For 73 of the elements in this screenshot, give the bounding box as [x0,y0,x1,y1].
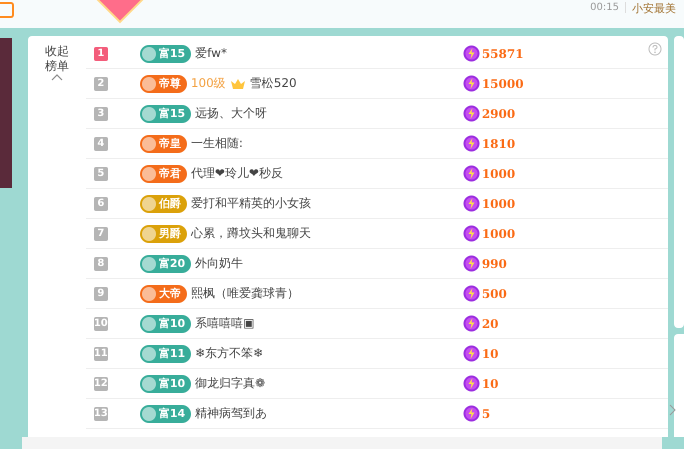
gift-value: 55871 [482,46,524,60]
level-badge: 富20 [140,254,192,272]
rank-badge: 8 [94,256,108,270]
level-badge: 帝君 [140,164,187,182]
lightning-coin-icon [462,135,480,152]
lightning-coin-icon [462,165,480,182]
user-name[interactable]: 心累，蹲坟头和鬼聊天 [190,225,311,242]
user-name[interactable]: 精神病驾到あ [195,405,268,422]
rank-badge: 12 [94,376,108,390]
rank-badge: 9 [94,286,108,300]
gift-value: 2900 [482,106,516,120]
gift-value: 1000 [482,196,516,210]
rank-badge: 6 [94,196,108,210]
crown-icon [230,78,246,90]
level-badge: 帝皇 [140,134,187,152]
lightning-coin-icon [462,105,480,122]
rank-badge: 1 [94,46,108,60]
level-tag: 100级 [190,75,226,92]
gift-value: 5 [482,406,490,420]
rank-badge: 3 [94,106,108,120]
gift-value: 15000 [482,76,524,90]
level-badge: 富10 [140,314,192,332]
user-name[interactable]: 爱打和平精英的小女孩 [190,195,311,212]
level-badge: 大帝 [140,284,187,302]
user-name[interactable]: 御龙归字真❁ [195,375,266,392]
level-badge: 富15 [140,44,192,62]
user-name[interactable]: 远扬、大个呀 [195,105,268,122]
lightning-coin-icon [462,195,480,212]
lightning-coin-icon [462,225,480,242]
rank-badge: 4 [94,136,108,150]
user-name[interactable]: 爱fw* [195,45,227,62]
rank-badge: 5 [94,166,108,180]
user-name[interactable]: 外向奶牛 [195,255,244,272]
user-name[interactable]: ❄东方不笨❄ [195,345,264,362]
gift-value: 1000 [482,166,516,180]
level-badge: 富14 [140,404,192,422]
lightning-coin-icon [462,285,480,302]
lightning-coin-icon [462,75,480,92]
gift-value: 1810 [482,136,516,150]
user-name[interactable]: 一生相随: [190,135,243,152]
gift-value: 990 [482,256,507,270]
user-name[interactable]: 熙枫（唯爱龚球青） [190,285,299,302]
gift-value: 10 [482,346,499,360]
help-icon[interactable] [648,42,662,56]
lightning-coin-icon [462,45,480,62]
rank-badge: 2 [94,76,108,90]
rank-badge: 10 [94,316,108,330]
chevron-up-icon[interactable] [50,74,63,81]
level-badge: 男爵 [140,224,187,242]
gift-value: 1000 [482,226,516,240]
level-badge: 富10 [140,374,192,392]
collapse-ranking-button[interactable]: 收起榜单 [44,44,70,74]
user-name[interactable]: 小安最美 [632,1,676,16]
level-badge: 帝尊 [140,74,187,92]
time-text: 00:15 [590,2,626,13]
user-name[interactable]: 系嘻嘻嘻▣ [195,315,254,332]
user-name[interactable]: 代理❤玲儿❤秒反 [190,165,283,182]
lightning-coin-icon [462,375,480,392]
user-name[interactable]: 雪松520 [250,75,297,92]
lightning-coin-icon [462,405,480,422]
rank-badge: 7 [94,226,108,240]
level-badge: 伯爵 [140,194,187,212]
lightning-coin-icon [462,255,480,272]
level-badge: 富15 [140,104,192,122]
gift-value: 500 [482,286,507,300]
rank-badge: 13 [94,406,108,420]
rank-badge: 11 [94,346,108,360]
gift-value: 10 [482,376,499,390]
chevron-right-icon[interactable] [669,404,676,416]
lightning-coin-icon [462,345,480,362]
gift-value: 20 [482,316,499,330]
level-badge: 富11 [140,344,192,362]
lightning-coin-icon [462,315,480,332]
